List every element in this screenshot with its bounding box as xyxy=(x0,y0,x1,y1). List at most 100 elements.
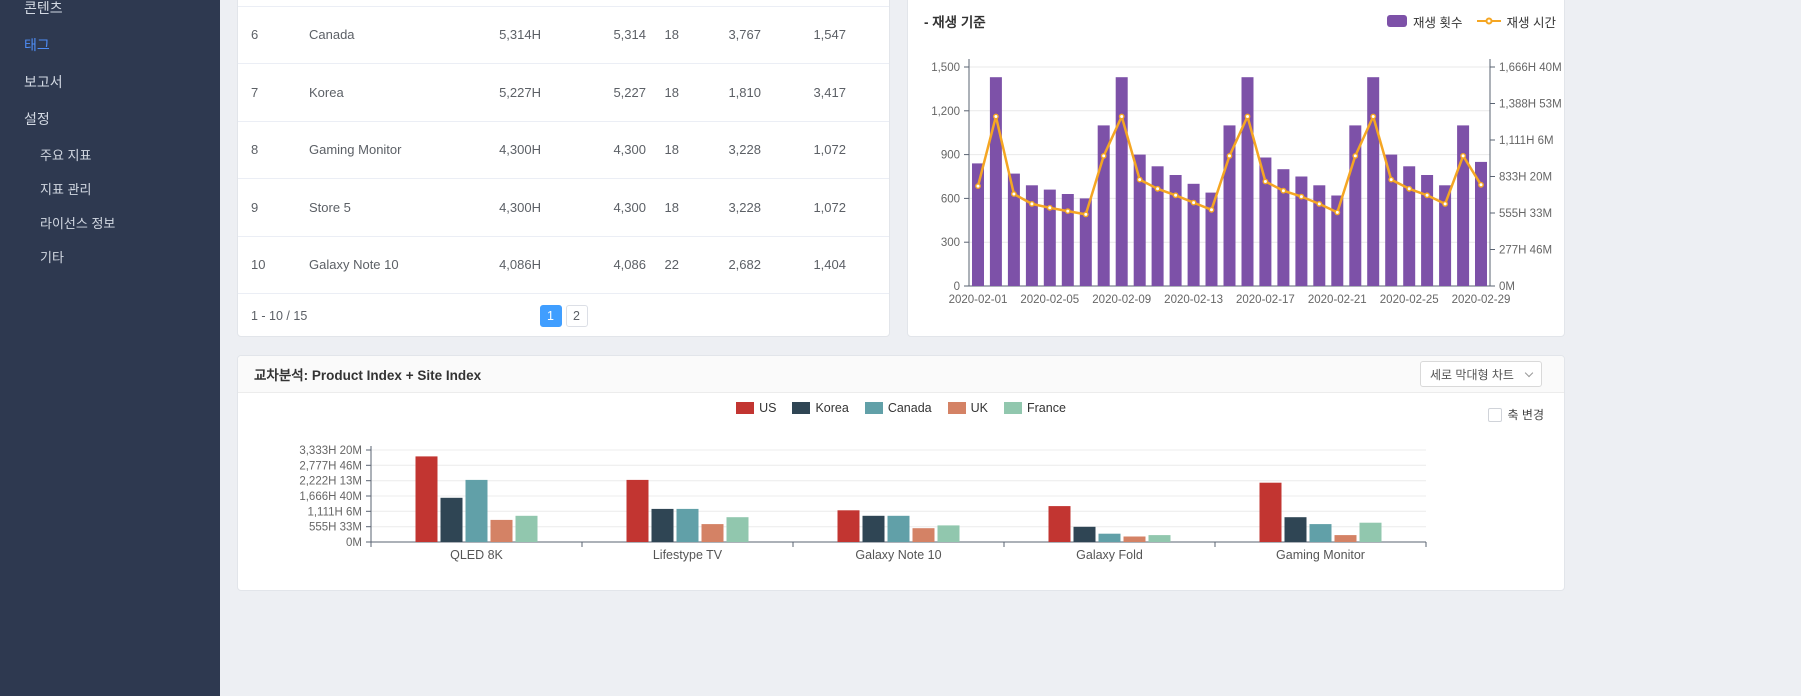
table-row: 7Korea5,227H5,227181,8103,417 xyxy=(238,64,889,122)
cross-chart-title: 교차분석: Product Index + Site Index xyxy=(254,364,481,384)
legend-item-Canada[interactable]: Canada xyxy=(865,401,932,415)
axis-toggle[interactable]: 축 변경 xyxy=(1488,406,1544,423)
bar-France xyxy=(516,516,538,542)
bar-Korea xyxy=(863,516,885,542)
cell-value: 5,314H xyxy=(489,27,541,42)
cell-value: 4,300H xyxy=(489,142,541,157)
play-count-bar xyxy=(1277,169,1289,286)
table-row: 10Galaxy Note 104,086H4,086222,6821,404 xyxy=(238,237,889,295)
category-label: Galaxy Note 10 xyxy=(855,548,941,562)
right-axis-label: 277H 46M xyxy=(1499,245,1552,257)
legend-item-재생 시간[interactable]: 재생 시간 xyxy=(1477,12,1556,31)
sidebar-item-7[interactable]: 기타 xyxy=(0,239,220,273)
legend-label: Korea xyxy=(815,401,848,415)
cell-name: Galaxy Note 10 xyxy=(309,257,489,272)
cell-value: 5,227 xyxy=(541,85,646,100)
bar-UK xyxy=(1124,537,1146,543)
bar-France xyxy=(1149,535,1171,542)
legend-label: US xyxy=(759,401,776,415)
chart-type-select[interactable]: 세로 막대형 차트 xyxy=(1420,361,1542,387)
x-axis-label: 2020-02-05 xyxy=(1020,294,1079,306)
x-axis-label: 2020-02-25 xyxy=(1380,294,1439,306)
play-count-bar xyxy=(1367,77,1379,286)
cross-chart-card: 교차분석: Product Index + Site Index 세로 막대형 … xyxy=(237,355,1565,591)
cell-name: Korea xyxy=(309,85,489,100)
table-row: 9Store 54,300H4,300183,2281,072 xyxy=(238,179,889,237)
legend-swatch xyxy=(948,402,966,414)
line-marker xyxy=(1012,192,1016,196)
y-axis-label: 2,777H 46M xyxy=(299,460,362,472)
bar-Korea xyxy=(652,509,674,542)
right-axis-label: 1,666H 40M xyxy=(1499,62,1562,74)
cell-value: 22 xyxy=(646,257,679,272)
legend-label: 재생 횟수 xyxy=(1413,12,1462,31)
sidebar-item-6[interactable]: 라이선스 정보 xyxy=(0,205,220,239)
left-axis-label: 600 xyxy=(941,193,960,205)
pagination-bar: 1 - 10 / 15 12 xyxy=(238,294,889,337)
table-row: 6Canada5,314H5,314183,7671,547 xyxy=(238,7,889,65)
cell-value: 4,086H xyxy=(489,257,541,272)
bar-US xyxy=(416,456,438,542)
line-marker xyxy=(1335,210,1339,214)
bar-Canada xyxy=(677,509,699,542)
x-axis-label: 2020-02-29 xyxy=(1452,294,1511,306)
cell-value: 1,072 xyxy=(761,200,846,215)
legend-swatch xyxy=(865,402,883,414)
sidebar-item-1[interactable]: 태그 xyxy=(0,26,220,63)
cell-value: 4,300 xyxy=(541,142,646,157)
cell-value: 4,086 xyxy=(541,257,646,272)
line-marker xyxy=(1173,193,1177,197)
dashboard-screen: 콘텐츠태그보고서설정주요 지표지표 관리라이선스 정보기타 6Canada5,3… xyxy=(0,0,1801,696)
left-axis-label: 900 xyxy=(941,150,960,162)
legend-bar-swatch xyxy=(1387,15,1407,27)
line-marker xyxy=(1084,212,1088,216)
page-button-1[interactable]: 1 xyxy=(540,305,562,327)
play-count-bar xyxy=(1385,155,1397,286)
left-axis-label: 1,200 xyxy=(931,106,960,118)
sidebar-item-2[interactable]: 보고서 xyxy=(0,63,220,100)
cell-rank: 10 xyxy=(238,257,309,272)
cell-value: 5,227H xyxy=(489,85,541,100)
bar-Canada xyxy=(888,516,910,542)
cell-value: 1,072 xyxy=(761,142,846,157)
cell-value: 5,314 xyxy=(541,27,646,42)
left-axis-label: 300 xyxy=(941,237,960,249)
cell-name: Canada xyxy=(309,27,489,42)
legend-item-France[interactable]: France xyxy=(1004,401,1066,415)
sidebar: 콘텐츠태그보고서설정주요 지표지표 관리라이선스 정보기타 xyxy=(0,0,220,696)
chevron-down-icon xyxy=(1525,368,1533,376)
sidebar-item-4[interactable]: 주요 지표 xyxy=(0,137,220,171)
play-count-bar xyxy=(1259,158,1271,287)
axis-toggle-checkbox[interactable] xyxy=(1488,408,1502,422)
legend-line-dot xyxy=(1485,18,1492,25)
x-axis-label: 2020-02-09 xyxy=(1092,294,1151,306)
bar-US xyxy=(1260,483,1282,542)
line-marker xyxy=(1138,177,1142,181)
cell-value: 18 xyxy=(646,200,679,215)
legend-item-US[interactable]: US xyxy=(736,401,776,415)
line-marker xyxy=(1048,206,1052,210)
bar-France xyxy=(1360,523,1382,542)
legend-label: 재생 시간 xyxy=(1507,12,1556,31)
line-marker xyxy=(1479,183,1483,187)
line-marker xyxy=(1245,114,1249,118)
bar-Korea xyxy=(1285,517,1307,542)
x-axis-label: 2020-02-13 xyxy=(1164,294,1223,306)
cell-rank: 6 xyxy=(238,27,309,42)
legend-item-Korea[interactable]: Korea xyxy=(792,401,848,415)
legend-item-UK[interactable]: UK xyxy=(948,401,988,415)
play-count-bar xyxy=(1062,194,1074,286)
line-marker xyxy=(1443,202,1447,206)
table-row: 8Gaming Monitor4,300H4,300183,2281,072 xyxy=(238,122,889,180)
legend-item-재생 횟수[interactable]: 재생 횟수 xyxy=(1387,12,1462,31)
cross-chart-header: 교차분석: Product Index + Site Index 세로 막대형 … xyxy=(238,356,1564,393)
line-marker xyxy=(1353,154,1357,158)
legend-line-swatch xyxy=(1477,20,1501,23)
bar-US xyxy=(838,510,860,542)
y-axis-label: 1,111H 6M xyxy=(307,506,362,518)
page-button-2[interactable]: 2 xyxy=(566,305,588,327)
play-count-bar xyxy=(1134,155,1146,286)
sidebar-item-3[interactable]: 설정 xyxy=(0,100,220,137)
sidebar-item-5[interactable]: 지표 관리 xyxy=(0,171,220,205)
sidebar-item-0[interactable]: 콘텐츠 xyxy=(0,0,220,26)
